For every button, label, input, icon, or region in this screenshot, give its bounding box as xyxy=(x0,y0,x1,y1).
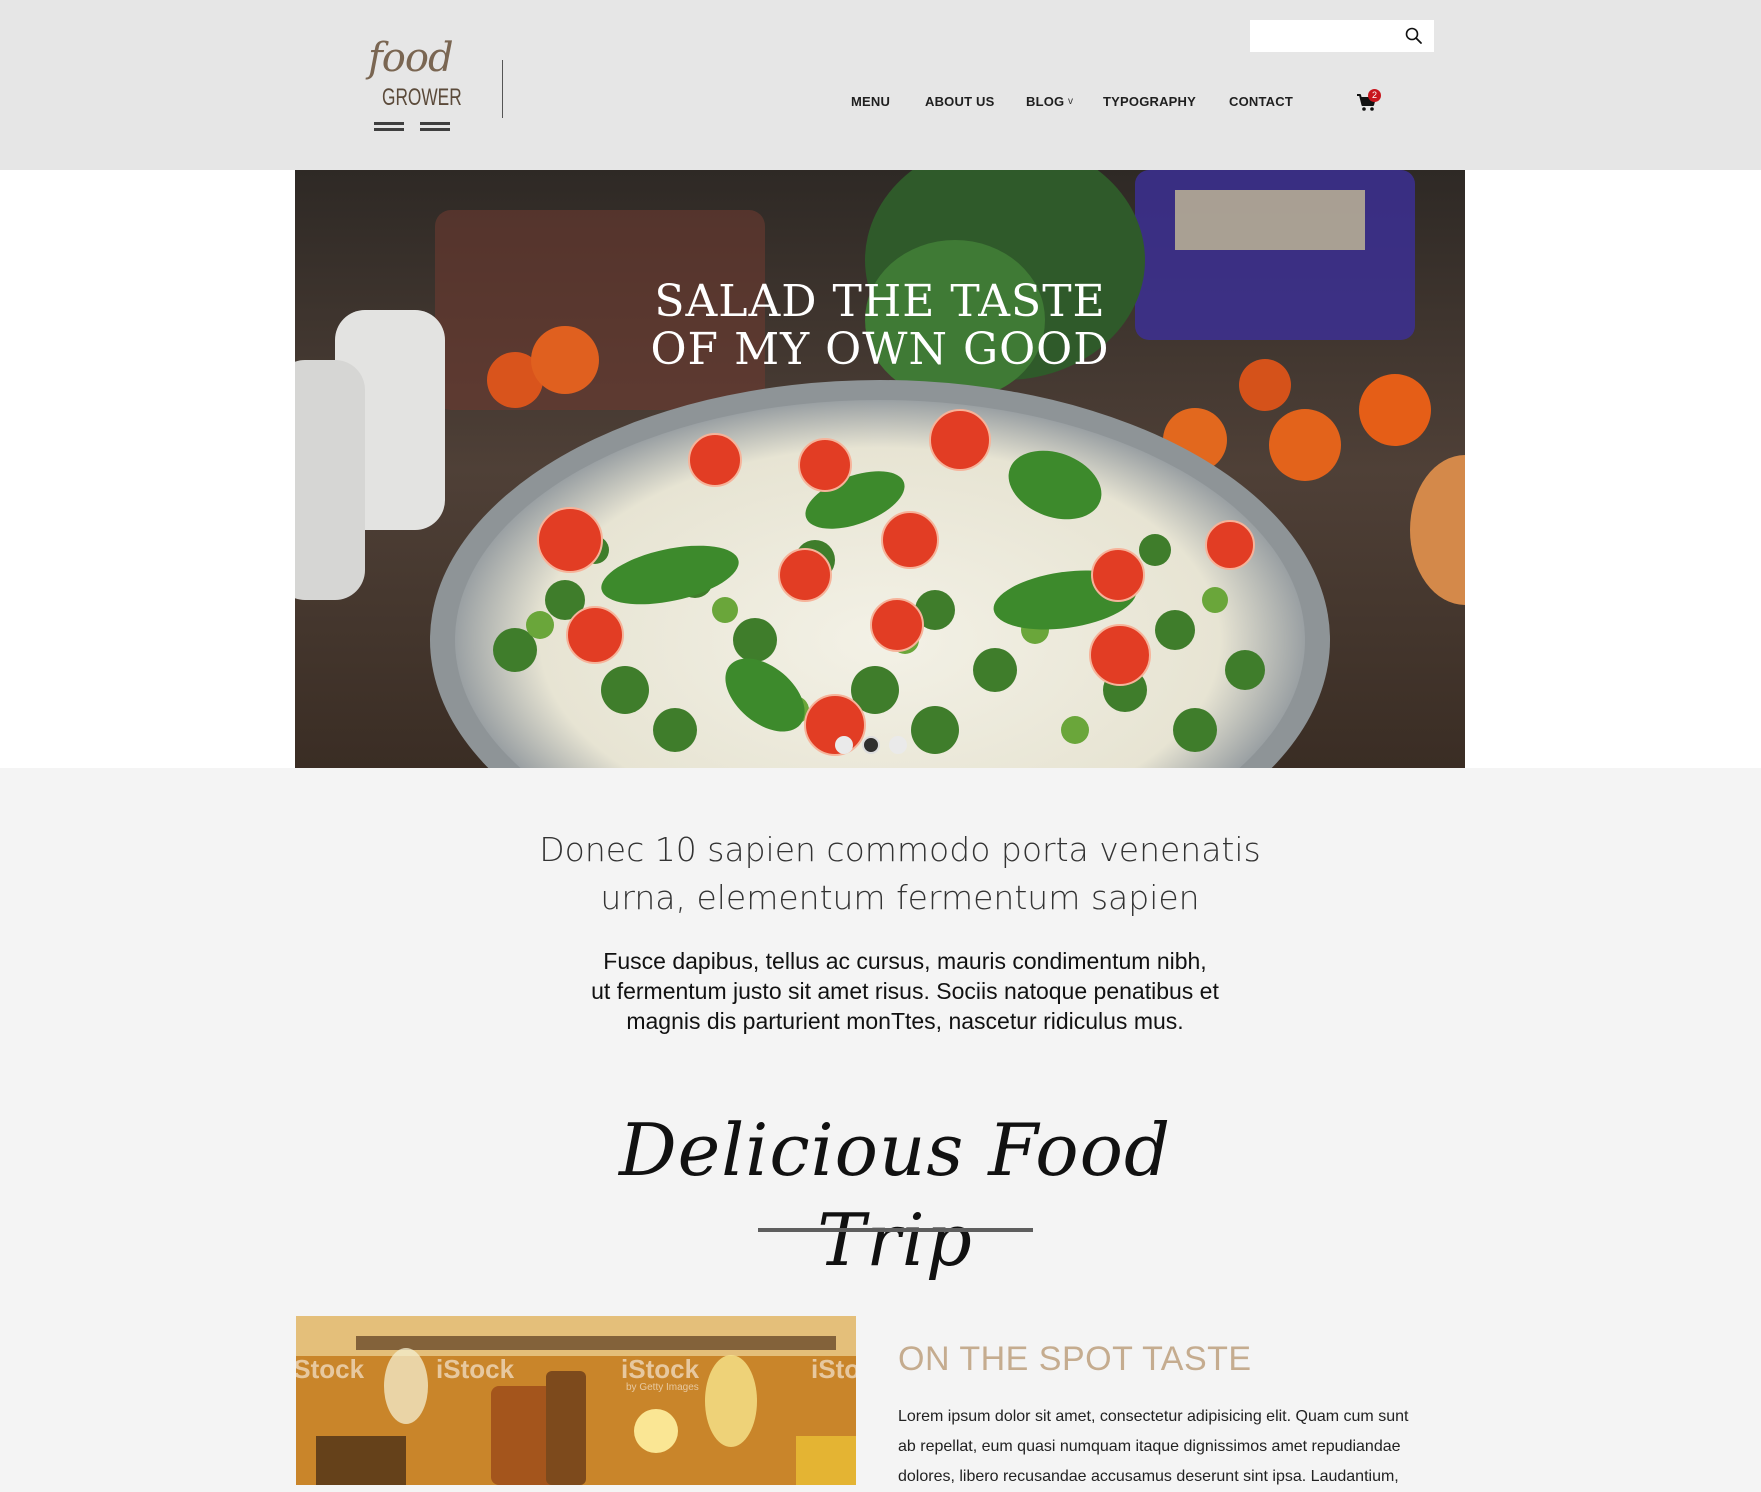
feature-title: ON THE SPOT TASTE xyxy=(898,1340,1252,1378)
feature-body: Lorem ipsum dolor sit amet, consectetur … xyxy=(898,1402,1438,1492)
hero-title: SALAD THE TASTE OF MY OWN GOOD xyxy=(295,278,1465,374)
intro-heading: Donec 10 sapien commodo porta venenatis … xyxy=(520,826,1280,922)
section-title-underline xyxy=(758,1228,1033,1232)
slider-dots xyxy=(825,736,925,756)
nav-item-typography[interactable]: TYPOGRAPHY xyxy=(1103,92,1196,112)
site-logo[interactable]: food GROWER xyxy=(360,30,470,136)
search-icon[interactable] xyxy=(1404,26,1424,46)
nav-item-contact[interactable]: CONTACT xyxy=(1229,92,1293,112)
logo-divider xyxy=(502,60,503,118)
feature-watermark-1: iStock xyxy=(296,1354,365,1384)
nav-item-blog[interactable]: BLOG xyxy=(1026,92,1064,112)
feature-watermark-3: iStock xyxy=(621,1354,700,1384)
feature-body-line-3: dolores, libero recusandae accusamus des… xyxy=(898,1468,1399,1485)
site-header: food GROWER MENU ABOUT US BLOG v TYPOGRA… xyxy=(0,0,1761,170)
feature-watermark-4: iStock xyxy=(811,1354,856,1384)
intro-text-line-3: magnis dis parturient monTtes, nascetur … xyxy=(626,1008,1184,1034)
slider-dot-1[interactable] xyxy=(835,736,853,754)
hero-slider[interactable]: SALAD THE TASTE OF MY OWN GOOD xyxy=(295,170,1465,768)
feature-body-line-2: ab repellat, eum quasi numquam itaque di… xyxy=(898,1438,1401,1455)
search-input[interactable] xyxy=(1250,20,1398,52)
feature-body-line-1: Lorem ipsum dolor sit amet, consectetur … xyxy=(898,1408,1409,1425)
logo-bars xyxy=(374,122,456,134)
hero-title-line-2: OF MY OWN GOOD xyxy=(650,324,1110,375)
section-title: Delicious Food Trip xyxy=(618,1108,1172,1282)
nav-item-menu[interactable]: MENU xyxy=(851,92,890,112)
intro-heading-line-2: urna, elementum fermentum sapien xyxy=(600,878,1200,917)
cart-count-badge: 2 xyxy=(1368,89,1381,102)
intro-paragraph: Fusce dapibus, tellus ac cursus, mauris … xyxy=(560,946,1250,1036)
feature-image[interactable]: iStock iStock iStock iStock by Getty Ima… xyxy=(296,1316,856,1485)
slider-dot-2-active[interactable] xyxy=(862,736,880,754)
feature-watermark-2: iStock xyxy=(436,1354,515,1384)
feature-photo xyxy=(296,1316,856,1485)
logo-word-grower: GROWER xyxy=(382,84,462,111)
slider-dot-3[interactable] xyxy=(889,736,907,754)
blog-dropdown-chevron-icon[interactable]: v xyxy=(1068,92,1073,112)
search-box xyxy=(1250,20,1434,52)
logo-word-food: food xyxy=(368,35,454,81)
feature-watermark-sub: by Getty Images xyxy=(626,1382,699,1393)
hero-image xyxy=(295,170,1465,768)
intro-text-line-2: ut fermentum justo sit amet risus. Socii… xyxy=(591,978,1219,1004)
nav-item-about-us[interactable]: ABOUT US xyxy=(925,92,995,112)
intro-text-line-1: Fusce dapibus, tellus ac cursus, mauris … xyxy=(603,948,1207,974)
hero-title-line-1: SALAD THE TASTE xyxy=(654,276,1106,327)
intro-heading-line-1: Donec 10 sapien commodo porta venenatis xyxy=(539,830,1261,869)
